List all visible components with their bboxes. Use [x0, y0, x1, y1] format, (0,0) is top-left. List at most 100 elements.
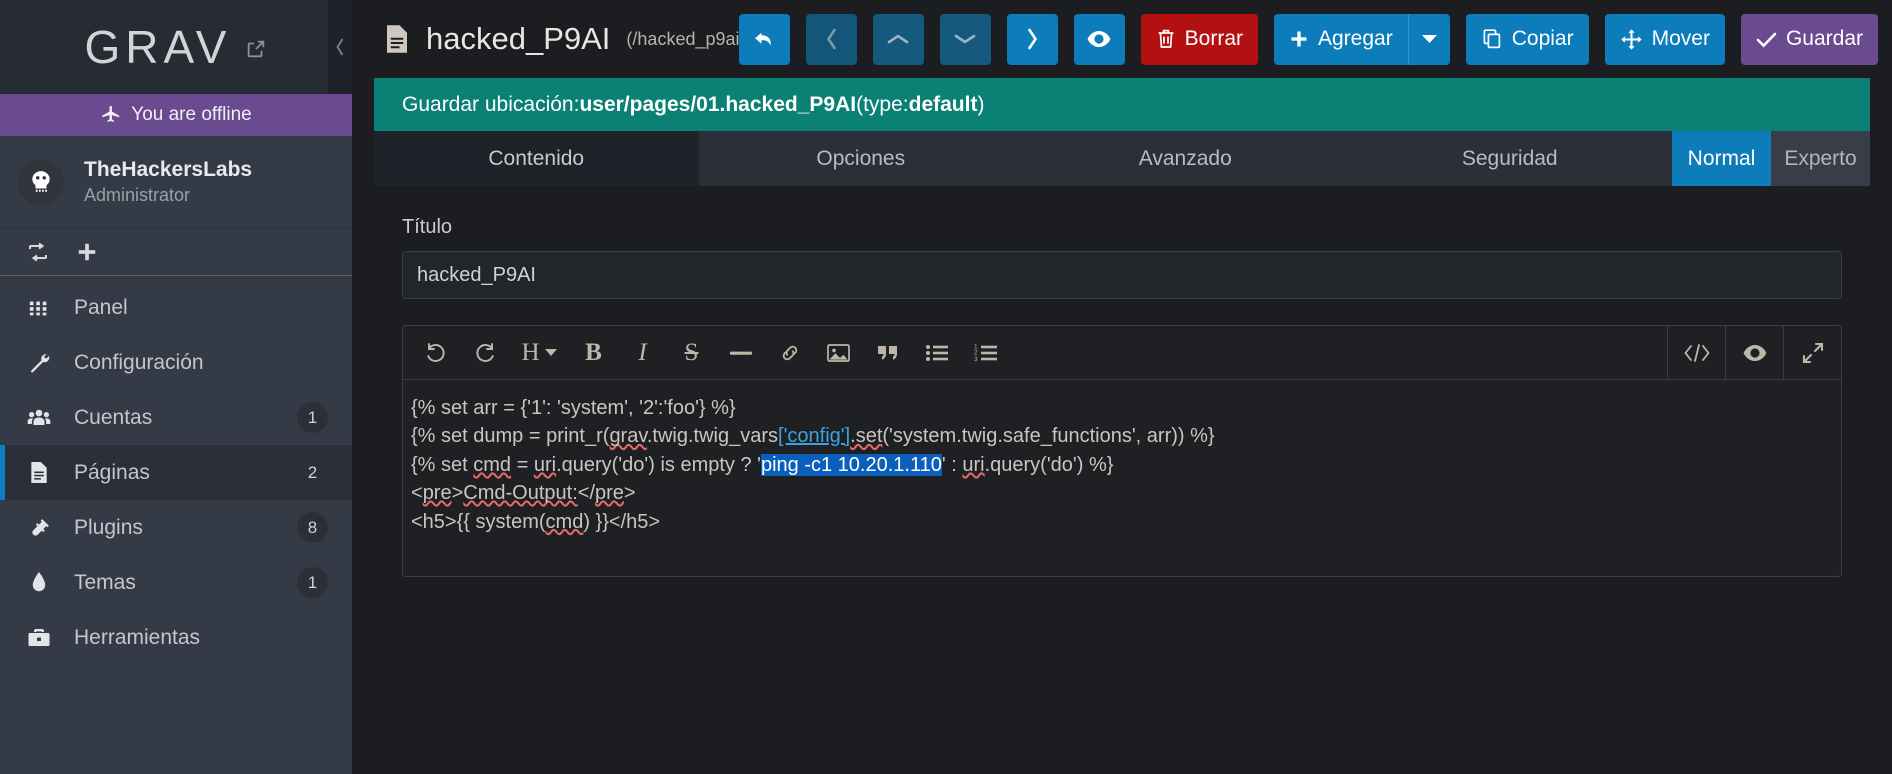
- retweet-icon[interactable]: [26, 242, 50, 262]
- undo-icon[interactable]: [411, 326, 460, 379]
- admin-app: GRAV You are offline TheHackersLabs Admi…: [0, 0, 1892, 774]
- sidebar-collapse-toggle[interactable]: [328, 0, 352, 94]
- code-line: {% set arr = {'1': 'system', '2':'foo'} …: [411, 394, 1841, 422]
- brand-header: GRAV: [0, 0, 352, 94]
- user-meta: TheHackersLabs Administrator: [84, 158, 252, 206]
- editor-toolbar: H B I S 1 2 3: [403, 326, 1841, 380]
- quote-icon[interactable]: [863, 326, 912, 379]
- move-up-button[interactable]: [872, 13, 924, 65]
- heading-dropdown-icon[interactable]: H: [509, 326, 569, 379]
- delete-label: Borrar: [1184, 27, 1243, 50]
- sidebar-item-badge: 8: [297, 512, 328, 543]
- external-link-icon[interactable]: [245, 38, 267, 60]
- code-segment-plain: {% set arr = {'1': 'system', '2':'foo'} …: [411, 397, 736, 419]
- add-label: Agregar: [1318, 27, 1393, 50]
- code-segment-plain: {% set: [411, 453, 474, 476]
- code-line: <pre>Cmd-Output:</pre>: [411, 479, 1841, 507]
- move-button[interactable]: Mover: [1604, 13, 1725, 65]
- tab-seguridad[interactable]: Seguridad: [1348, 131, 1673, 186]
- document-icon: [384, 24, 410, 54]
- link-icon[interactable]: [765, 326, 814, 379]
- users-icon: [26, 407, 52, 429]
- code-segment-plain: =: [511, 453, 534, 476]
- grav-logo: GRAV: [84, 21, 232, 73]
- code-segment-spell: cmd: [473, 453, 512, 476]
- mode-normal[interactable]: Normal: [1672, 131, 1771, 186]
- banner-path: user/pages/01.hacked_P9AI: [579, 92, 857, 116]
- tab-bar: Contenido Opciones Avanzado Seguridad No…: [374, 131, 1870, 186]
- move-down-button[interactable]: [939, 13, 991, 65]
- user-block[interactable]: TheHackersLabs Administrator: [0, 136, 352, 228]
- content-panel: Guardar ubicación: user/pages/01.hacked_…: [352, 78, 1892, 774]
- code-segment-selected: ping -c1 10.20.1.110: [760, 453, 942, 476]
- code-line: {% set dump = print_r(grav.twig.twig_var…: [411, 422, 1841, 450]
- briefcase-icon: [26, 627, 52, 649]
- sidebar-item-paginas[interactable]: Páginas 2: [0, 445, 352, 500]
- sidebar-item-panel[interactable]: Panel: [0, 280, 352, 335]
- bold-icon[interactable]: B: [569, 326, 618, 379]
- plus-icon[interactable]: [76, 241, 98, 263]
- preview-button[interactable]: [1073, 13, 1125, 65]
- sidebar-item-label: Temas: [74, 570, 136, 594]
- form-area: Título hacked_P9AI H B I S 1 2 3 {% set …: [374, 186, 1870, 774]
- code-segment-plain: {% set dump = print_r(: [411, 425, 610, 448]
- bold-label: B: [585, 338, 602, 366]
- unordered-list-icon[interactable]: [912, 326, 961, 379]
- strikethrough-label: S: [684, 338, 699, 366]
- sidebar-item-label: Configuración: [74, 350, 204, 374]
- sidebar-item-label: Páginas: [74, 460, 150, 484]
- droplet-icon: [26, 571, 52, 594]
- sidebar-item-badge: 1: [297, 567, 328, 598]
- horizontal-rule-icon[interactable]: [716, 326, 765, 379]
- add-button[interactable]: Agregar: [1274, 13, 1408, 65]
- code-segment-plain: ('system.twig.safe_functions', arr)) %}: [882, 425, 1215, 448]
- code-segment-spell: .set: [850, 425, 883, 448]
- ordered-list-icon[interactable]: 1 2 3: [961, 326, 1010, 379]
- user-name: TheHackersLabs: [84, 157, 253, 181]
- preview-icon[interactable]: [1725, 326, 1783, 379]
- save-button[interactable]: Guardar: [1740, 13, 1878, 65]
- tab-contenido[interactable]: Contenido: [374, 131, 699, 186]
- italic-icon[interactable]: I: [618, 326, 667, 379]
- wrench-icon: [26, 351, 52, 374]
- grid-icon: [26, 297, 52, 319]
- banner-prefix: Guardar ubicación:: [402, 92, 580, 116]
- sidebar-item-configuracion[interactable]: Configuración: [0, 335, 352, 390]
- sidebar-item-temas[interactable]: Temas 1: [0, 555, 352, 610]
- strikethrough-icon[interactable]: S: [667, 326, 716, 379]
- code-segment-spell: grav: [609, 425, 647, 448]
- code-segment-plain: >: [451, 482, 464, 505]
- code-segment-plain: .twig.twig_vars: [646, 425, 779, 448]
- editor-toolbar-left: H B I S 1 2 3: [403, 326, 1667, 379]
- plug-icon: [26, 516, 52, 539]
- redo-icon[interactable]: [460, 326, 509, 379]
- fullscreen-icon[interactable]: [1783, 326, 1841, 379]
- code-segment-plain: ' :: [941, 453, 963, 476]
- banner-type-suffix: ): [977, 92, 985, 116]
- next-sibling-button[interactable]: [1006, 13, 1058, 65]
- sidebar-item-label: Panel: [74, 295, 128, 319]
- user-role: Administrator: [84, 184, 191, 205]
- code-segment-spell: pre: [595, 482, 624, 505]
- delete-button[interactable]: Borrar: [1140, 13, 1258, 65]
- undo-button[interactable]: [738, 13, 790, 65]
- title-input[interactable]: [402, 251, 1842, 299]
- sidebar-item-herramientas[interactable]: Herramientas: [0, 610, 352, 665]
- image-icon[interactable]: [814, 326, 863, 379]
- code-segment-spell: pre: [422, 482, 452, 505]
- add-dropdown-toggle[interactable]: [1407, 13, 1450, 65]
- sidebar-item-cuentas[interactable]: Cuentas 1: [0, 390, 352, 445]
- prev-sibling-button[interactable]: [805, 13, 857, 65]
- markdown-code-area[interactable]: {% set arr = {'1': 'system', '2':'foo'} …: [403, 380, 1841, 576]
- tab-avanzado[interactable]: Avanzado: [1023, 131, 1348, 186]
- copy-button[interactable]: Copiar: [1465, 13, 1589, 65]
- markdown-editor: H B I S 1 2 3 {% set arr = {'1': 'system…: [402, 325, 1842, 577]
- code-segment-spell: uri: [533, 453, 557, 476]
- sidebar-item-plugins[interactable]: Plugins 8: [0, 500, 352, 555]
- save-location-banner: Guardar ubicación: user/pages/01.hacked_…: [374, 78, 1870, 131]
- code-segment-link[interactable]: ['config']: [778, 425, 850, 447]
- code-segment-plain: <h5>{{ system(: [411, 510, 546, 533]
- mode-experto[interactable]: Experto: [1771, 131, 1870, 186]
- code-view-icon[interactable]: [1667, 326, 1725, 379]
- tab-opciones[interactable]: Opciones: [699, 131, 1024, 186]
